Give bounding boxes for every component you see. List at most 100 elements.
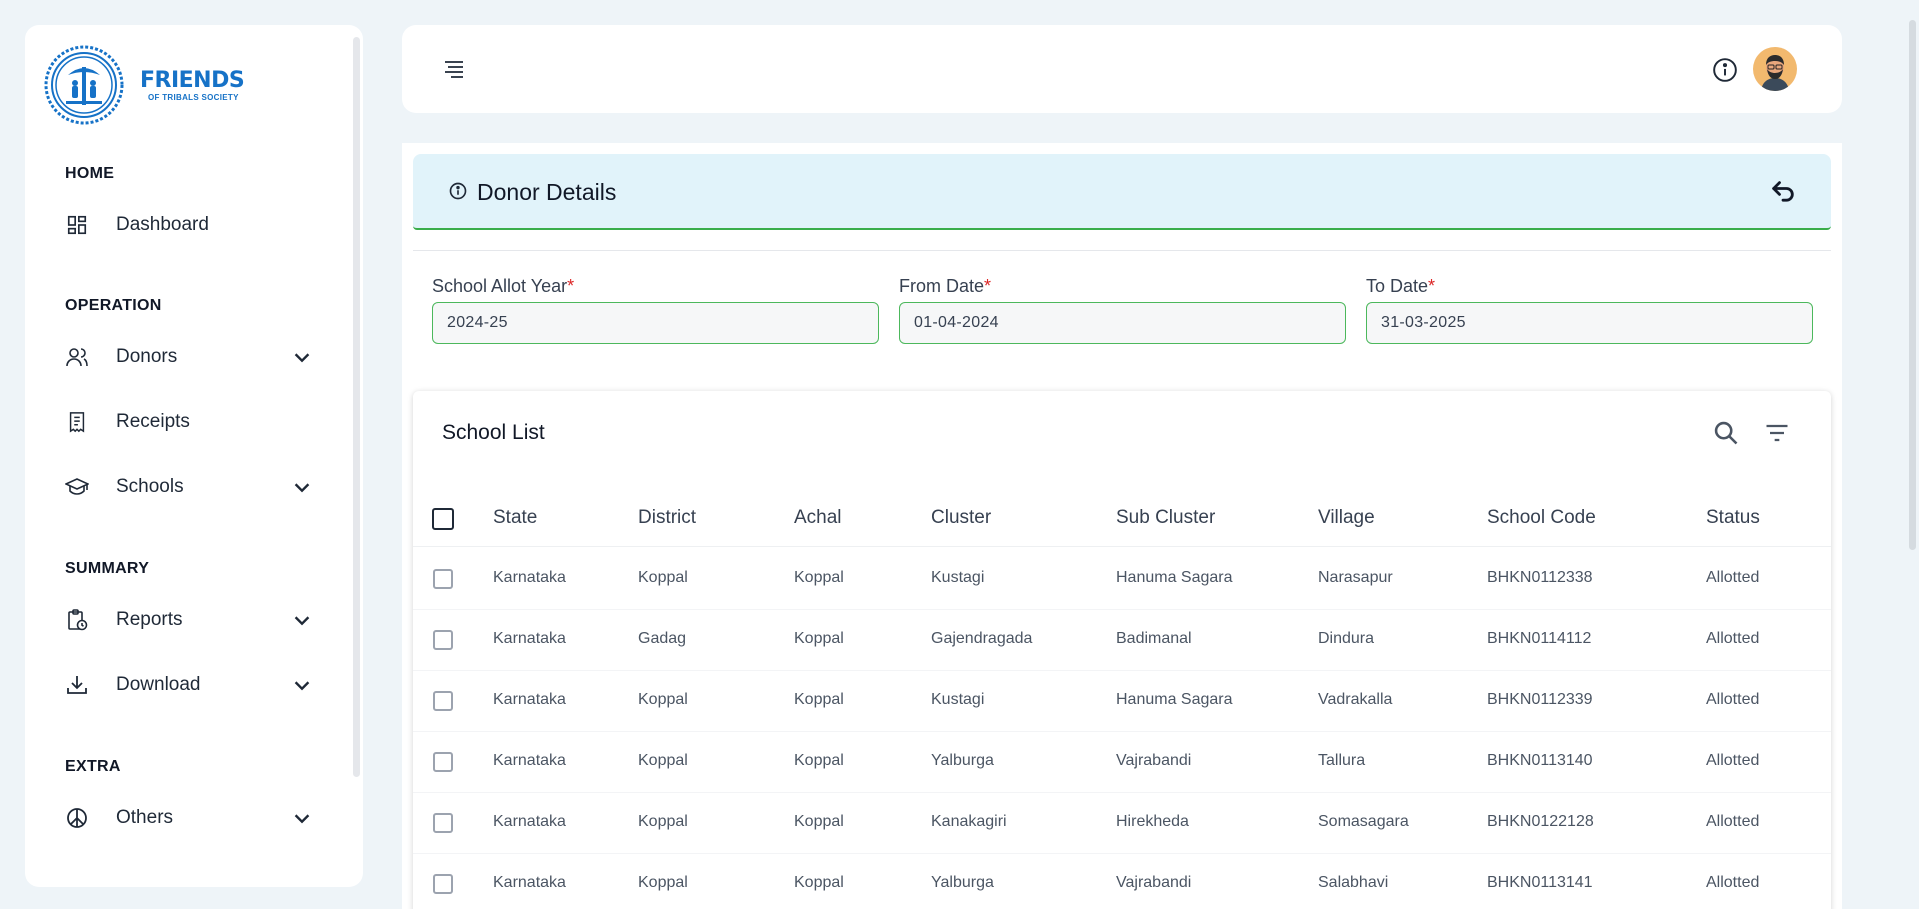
cell-village: Narasapur (1318, 569, 1393, 586)
cell-status: Allotted (1706, 630, 1760, 647)
cell-status: Allotted (1706, 691, 1760, 708)
sidebar-scrollbar[interactable] (353, 37, 360, 777)
search-icon[interactable] (1712, 419, 1740, 447)
cell-school-code: BHKN0112339 (1487, 691, 1593, 708)
sidebar-item-download[interactable]: Download (65, 665, 315, 705)
cell-state: Karnataka (493, 813, 566, 830)
section-summary: SUMMARY (65, 560, 150, 577)
page-title: Donor Details (477, 179, 617, 205)
table-row[interactable]: Karnataka Koppal Koppal Yalburga Vajraba… (413, 854, 1831, 909)
select-all-checkbox[interactable] (432, 508, 454, 530)
table-title: School List (442, 421, 545, 444)
field-label: From Date* (899, 276, 992, 296)
sidebar-item-donors[interactable]: Donors (65, 337, 315, 377)
chevron-down-icon[interactable] (291, 674, 313, 696)
filter-icon[interactable] (1763, 419, 1791, 447)
sidebar-item-label: Receipts (116, 411, 190, 432)
logo-seal-icon (44, 45, 124, 125)
page-scrollbar[interactable] (1909, 20, 1916, 550)
sidebar-item-reports[interactable]: Reports (65, 600, 315, 640)
info-icon (449, 182, 467, 200)
row-checkbox[interactable] (433, 691, 453, 711)
school-allot-year-input[interactable] (432, 302, 879, 344)
cell-sub-cluster: Hanuma Sagara (1116, 569, 1233, 586)
sidebar-item-receipts[interactable]: Receipts (65, 402, 315, 442)
table-row[interactable]: Karnataka Koppal Koppal Kanakagiri Hirek… (413, 793, 1831, 854)
cell-status: Allotted (1706, 874, 1760, 891)
cell-village: Tallura (1318, 752, 1366, 769)
cell-status: Allotted (1706, 752, 1760, 769)
menu-icon[interactable] (442, 57, 466, 81)
column-header-achal[interactable]: Achal (794, 507, 842, 529)
cell-achal: Koppal (794, 691, 844, 708)
cell-district: Koppal (638, 691, 688, 708)
cell-state: Karnataka (493, 752, 566, 769)
chevron-down-icon[interactable] (291, 346, 313, 368)
column-header-state[interactable]: State (493, 507, 537, 529)
brand-subtitle: OF TRIBALS SOCIETY (148, 92, 239, 102)
dashboard-icon (65, 213, 89, 237)
cell-status: Allotted (1706, 813, 1760, 830)
column-header-village[interactable]: Village (1318, 507, 1375, 529)
cell-state: Karnataka (493, 691, 566, 708)
brand-logo[interactable]: FRIENDS OF TRIBALS SOCIETY (44, 45, 245, 125)
section-home: HOME (65, 165, 115, 182)
table-header: State District Achal Cluster Sub Cluster… (413, 491, 1831, 547)
column-header-cluster[interactable]: Cluster (931, 507, 991, 529)
return-icon[interactable] (1769, 178, 1797, 206)
column-header-school-code[interactable]: School Code (1487, 507, 1596, 529)
table-row[interactable]: Karnataka Gadag Koppal Gajendragada Badi… (413, 610, 1831, 671)
info-icon[interactable] (1712, 57, 1738, 83)
user-avatar[interactable] (1753, 47, 1797, 91)
cell-sub-cluster: Badimanal (1116, 630, 1192, 647)
field-label: School Allot Year* (432, 276, 575, 296)
chevron-down-icon[interactable] (291, 609, 313, 631)
chevron-down-icon[interactable] (291, 807, 313, 829)
sidebar-item-label: Schools (116, 476, 184, 497)
cell-village: Somasagara (1318, 813, 1409, 830)
cell-state: Karnataka (493, 630, 566, 647)
divider (413, 250, 1831, 251)
cell-achal: Koppal (794, 569, 844, 586)
field-label: To Date* (1366, 276, 1436, 296)
table-row[interactable]: Karnataka Koppal Koppal Kustagi Hanuma S… (413, 549, 1831, 610)
peace-icon (65, 806, 89, 830)
row-checkbox[interactable] (433, 874, 453, 894)
cell-sub-cluster: Hanuma Sagara (1116, 691, 1233, 708)
column-header-status[interactable]: Status (1706, 507, 1760, 529)
row-checkbox[interactable] (433, 813, 453, 833)
table-row[interactable]: Karnataka Koppal Koppal Yalburga Vajraba… (413, 732, 1831, 793)
cell-school-code: BHKN0113141 (1487, 874, 1593, 891)
column-header-district[interactable]: District (638, 507, 696, 529)
sidebar-item-label: Dashboard (116, 214, 209, 235)
section-operation: OPERATION (65, 297, 162, 314)
cell-district: Koppal (638, 813, 688, 830)
cell-cluster: Yalburga (931, 752, 994, 769)
school-allot-year-field: School Allot Year* (432, 276, 879, 344)
top-bar (402, 25, 1842, 113)
cell-cluster: Yalburga (931, 874, 994, 891)
cell-cluster: Gajendragada (931, 630, 1033, 647)
from-date-input[interactable] (899, 302, 1346, 344)
cell-sub-cluster: Vajrabandi (1116, 874, 1192, 891)
to-date-input[interactable] (1366, 302, 1813, 344)
cell-achal: Koppal (794, 874, 844, 891)
cell-school-code: BHKN0113140 (1487, 752, 1593, 769)
sidebar-item-schools[interactable]: Schools (65, 467, 315, 507)
sidebar-item-label: Reports (116, 609, 183, 630)
cell-sub-cluster: Vajrabandi (1116, 752, 1192, 769)
table-row[interactable]: Karnataka Koppal Koppal Kustagi Hanuma S… (413, 671, 1831, 732)
cell-village: Salabhavi (1318, 874, 1389, 891)
sidebar-item-others[interactable]: Others (65, 798, 315, 838)
row-checkbox[interactable] (433, 752, 453, 772)
brand-name: FRIENDS (140, 67, 245, 93)
cell-school-code: BHKN0114112 (1487, 630, 1592, 647)
cell-cluster: Kustagi (931, 569, 985, 586)
column-header-sub-cluster[interactable]: Sub Cluster (1116, 507, 1215, 529)
row-checkbox[interactable] (433, 569, 453, 589)
row-checkbox[interactable] (433, 630, 453, 650)
cell-achal: Koppal (794, 630, 844, 647)
sidebar-item-dashboard[interactable]: Dashboard (65, 205, 315, 245)
chevron-down-icon[interactable] (291, 476, 313, 498)
cell-village: Dindura (1318, 630, 1375, 647)
